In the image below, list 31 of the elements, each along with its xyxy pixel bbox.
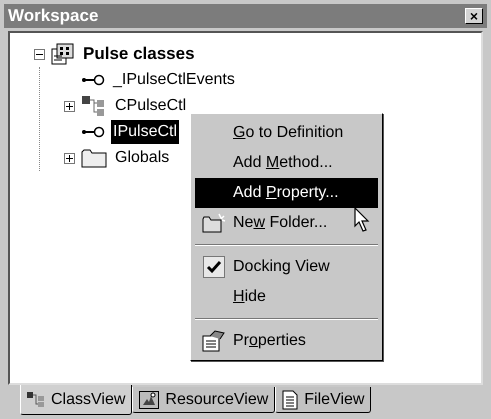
close-button[interactable]: × <box>465 8 483 24</box>
properties-icon <box>202 330 226 352</box>
tree-item[interactable]: IPulseCtl <box>111 120 180 144</box>
tree-item[interactable]: _IPulseCtlEvents <box>111 68 237 92</box>
class-icon <box>81 95 107 117</box>
tree-item[interactable]: CPulseCtl <box>113 94 188 118</box>
tab[interactable]: ResourceView <box>132 387 276 413</box>
menu-item[interactable]: Docking View <box>195 252 378 282</box>
document-icon <box>282 390 298 410</box>
interface-icon <box>81 126 105 138</box>
class-icon <box>27 392 45 408</box>
menu-item[interactable]: Go to Definition <box>195 118 378 148</box>
tab[interactable]: FileView <box>275 387 372 413</box>
expand-toggle[interactable] <box>64 152 75 164</box>
tree-item[interactable]: Globals <box>113 146 172 170</box>
class-list-icon <box>51 43 75 65</box>
new-folder-icon <box>202 213 226 233</box>
menu-item[interactable]: Add Property... <box>195 178 378 208</box>
folder-icon <box>81 148 107 168</box>
tab[interactable]: ClassView <box>20 385 132 415</box>
mouse-cursor-icon <box>354 207 372 233</box>
menu-item[interactable]: Properties <box>195 326 378 356</box>
window-title: Workspace <box>8 5 98 28</box>
menu-item[interactable]: Add Method... <box>195 148 378 178</box>
menu-item[interactable]: Hide <box>195 282 378 312</box>
collapse-toggle[interactable] <box>34 48 45 60</box>
resource-icon <box>139 390 160 408</box>
menu-item[interactable]: New Folder... <box>195 208 378 238</box>
tree-item[interactable]: Pulse classes <box>81 41 197 67</box>
interface-icon <box>81 74 105 86</box>
expand-toggle[interactable] <box>64 100 75 112</box>
